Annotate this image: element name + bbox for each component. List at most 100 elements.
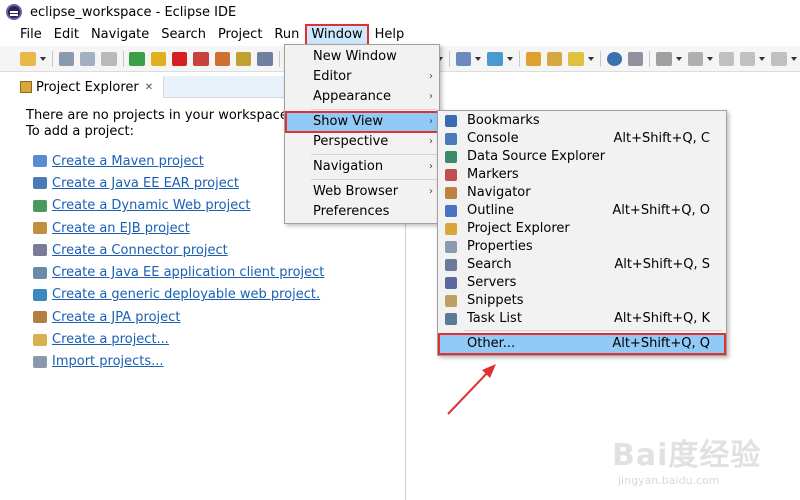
create-ejb-project-link[interactable]: Create an EJB project <box>52 221 190 236</box>
tab-project-explorer[interactable]: Project Explorer ✕ <box>16 76 164 98</box>
list-item[interactable]: Create a JPA project <box>26 306 396 328</box>
next-annotation-dropdown-icon[interactable] <box>675 56 682 61</box>
create-connector-project-link[interactable]: Create a Connector project <box>52 243 228 258</box>
menu-edit[interactable]: Edit <box>48 24 85 46</box>
back-dropdown-icon[interactable] <box>759 56 766 61</box>
save-icon[interactable] <box>58 51 74 66</box>
close-icon[interactable]: ✕ <box>145 82 153 93</box>
view-item-project-explorer[interactable]: Project Explorer <box>438 220 726 238</box>
list-item[interactable]: Create a Java EE application client proj… <box>26 261 396 283</box>
menu-run[interactable]: Run <box>268 24 305 46</box>
menu-item-web-browser[interactable]: Web Browser › <box>285 182 439 202</box>
ejb-project-icon <box>33 222 47 235</box>
create-client-project-link[interactable]: Create a Java EE application client proj… <box>52 265 324 280</box>
project-explorer-icon <box>445 223 457 235</box>
task-dropdown-icon[interactable] <box>587 56 594 61</box>
menu-file[interactable]: File <box>0 24 48 46</box>
run-icon[interactable] <box>487 51 503 66</box>
tab-label: Project Explorer <box>36 79 139 95</box>
debug-pause-icon[interactable] <box>150 51 167 66</box>
snippets-icon <box>445 295 457 307</box>
generic-project-icon <box>33 333 47 346</box>
task-list-icon <box>445 313 457 325</box>
forward-dropdown-icon[interactable] <box>790 56 797 61</box>
chevron-right-icon: › <box>429 136 433 147</box>
chevron-right-icon: › <box>429 71 433 82</box>
view-item-data-source-explorer[interactable]: Data Source Explorer <box>438 148 726 166</box>
view-item-task-list[interactable]: Task List Alt+Shift+Q, K <box>438 310 726 328</box>
step-into-icon[interactable] <box>214 51 231 66</box>
forward-icon[interactable] <box>771 51 787 66</box>
ear-project-icon <box>33 177 47 190</box>
baidu-jingyan-watermark: Bai度经验 jingyan.baidu.com <box>612 430 792 496</box>
open-type-icon[interactable] <box>525 51 541 66</box>
create-jpa-project-link[interactable]: Create a JPA project <box>52 310 180 325</box>
list-item[interactable]: Create a Connector project <box>26 239 396 261</box>
view-item-properties[interactable]: Properties <box>438 238 726 256</box>
list-item[interactable]: Create a project... <box>26 328 396 350</box>
prev-annotation-dropdown-icon[interactable] <box>706 56 713 61</box>
run-dropdown-icon[interactable] <box>506 56 513 61</box>
connector-project-icon <box>33 244 47 257</box>
menu-bar: File Edit Navigate Search Project Run Wi… <box>0 24 800 46</box>
create-dynamic-web-project-link[interactable]: Create a Dynamic Web project <box>52 198 251 213</box>
view-item-servers[interactable]: Servers <box>438 274 726 292</box>
menu-item-preferences[interactable]: Preferences <box>285 202 439 222</box>
view-item-console[interactable]: Console Alt+Shift+Q, C <box>438 130 726 148</box>
save-all-icon[interactable] <box>79 51 96 66</box>
create-ear-project-link[interactable]: Create a Java EE EAR project <box>52 176 239 191</box>
debug-stop-icon[interactable] <box>172 51 188 66</box>
menu-help[interactable]: Help <box>369 24 411 46</box>
debug-resume-icon[interactable] <box>129 51 145 66</box>
import-projects-link[interactable]: Import projects... <box>52 354 164 369</box>
step-return-icon[interactable] <box>257 51 273 66</box>
globe-icon[interactable] <box>606 51 622 66</box>
list-item[interactable]: Import projects... <box>26 351 396 373</box>
step-over-icon[interactable] <box>236 51 252 66</box>
debug-disconnect-icon[interactable] <box>193 51 209 66</box>
import-icon <box>33 355 47 368</box>
new-icon[interactable] <box>20 51 36 66</box>
chevron-right-icon: › <box>429 116 433 127</box>
menu-navigate[interactable]: Navigate <box>85 24 155 46</box>
view-item-other[interactable]: Other... Alt+Shift+Q, Q <box>438 333 726 355</box>
watermark-logo: Bai度经验 <box>612 438 762 473</box>
new-dropdown-icon[interactable] <box>39 56 46 61</box>
menu-window[interactable]: Window <box>305 24 369 46</box>
client-project-icon <box>33 266 47 279</box>
new-server-icon[interactable] <box>456 51 472 66</box>
create-maven-project-link[interactable]: Create a Maven project <box>52 154 204 169</box>
view-item-markers[interactable]: Markers <box>438 166 726 184</box>
open-folder-icon[interactable] <box>546 51 563 66</box>
view-item-outline[interactable]: Outline Alt+Shift+Q, O <box>438 202 726 220</box>
list-item[interactable]: Create a generic deployable web project. <box>26 284 396 306</box>
create-project-link[interactable]: Create a project... <box>52 332 169 347</box>
annotation-icon[interactable] <box>627 51 644 66</box>
menu-item-navigation[interactable]: Navigation › <box>285 157 439 177</box>
menu-item-perspective[interactable]: Perspective › <box>285 132 439 152</box>
menu-project[interactable]: Project <box>212 24 268 46</box>
print-icon[interactable] <box>101 51 117 66</box>
menu-search[interactable]: Search <box>155 24 212 46</box>
window-title: eclipse_workspace - Eclipse IDE <box>30 4 237 20</box>
back-icon[interactable] <box>740 51 756 66</box>
menu-item-new-window[interactable]: New Window <box>285 47 439 67</box>
view-item-bookmarks[interactable]: Bookmarks <box>438 112 726 130</box>
menu-item-appearance[interactable]: Appearance › <box>285 87 439 107</box>
chevron-right-icon: › <box>429 91 433 102</box>
open-task-icon[interactable] <box>568 51 584 66</box>
prev-annotation-icon[interactable] <box>687 51 703 66</box>
servers-icon <box>445 277 457 289</box>
view-item-navigator[interactable]: Navigator <box>438 184 726 202</box>
create-deployable-web-project-link[interactable]: Create a generic deployable web project. <box>52 287 320 302</box>
server-dropdown-icon[interactable] <box>475 56 482 61</box>
menu-item-show-view[interactable]: Show View › <box>285 111 439 133</box>
view-item-search[interactable]: Search Alt+Shift+Q, S <box>438 256 726 274</box>
next-annotation-icon[interactable] <box>656 51 672 66</box>
last-edit-icon[interactable] <box>718 51 735 66</box>
chevron-right-icon: › <box>429 161 433 172</box>
show-view-menu: Bookmarks Console Alt+Shift+Q, C Data So… <box>437 110 727 356</box>
menu-item-editor[interactable]: Editor › <box>285 67 439 87</box>
console-icon <box>445 133 457 145</box>
view-item-snippets[interactable]: Snippets <box>438 292 726 310</box>
